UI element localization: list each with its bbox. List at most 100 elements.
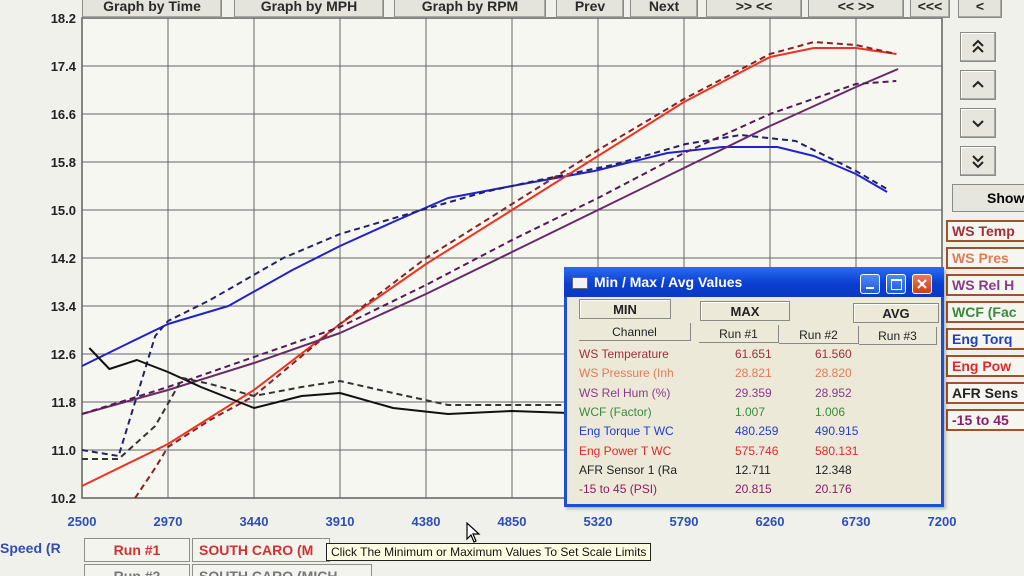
dyno-graph-window: 18.2 17.4 16.6 15.8 15.0 14.2 13.4 12.6 11.8 11.0… bbox=[0, 0, 1024, 576]
scroll-left-button[interactable]: < bbox=[958, 0, 1002, 18]
channel-name: WS Pressure (Inh bbox=[579, 366, 674, 381]
avg-button[interactable]: AVG bbox=[853, 303, 939, 323]
speed-label: Speed (R bbox=[0, 540, 61, 556]
graph-by-mph-button[interactable]: Graph by MPH bbox=[234, 0, 384, 18]
x-tick-label: 3910 bbox=[326, 514, 355, 529]
run1-max-value[interactable]: 575.746 bbox=[735, 444, 778, 458]
scroll-bottom-button[interactable] bbox=[960, 146, 996, 176]
x-tick-label: 4850 bbox=[498, 514, 527, 529]
column-header-channel: Channel bbox=[579, 323, 691, 341]
x-tick-label: 7200 bbox=[928, 514, 957, 529]
x-axis-ticks: 2500 2970 3440 3910 4380 4850 5320 5790 6260 6730… bbox=[68, 514, 957, 529]
channel-name: AFR Sensor 1 (Ra bbox=[579, 462, 678, 477]
next-button[interactable]: Next bbox=[630, 0, 698, 18]
min-max-avg-dialog: Min / Max / Avg Values MIN MAX AVG Chann… bbox=[564, 267, 944, 507]
channel-toggle[interactable]: -15 to 45 bbox=[946, 409, 1024, 431]
run1-name[interactable]: SOUTH CARO (M bbox=[192, 538, 330, 562]
show-button[interactable]: Show bbox=[952, 184, 1024, 212]
run1-max-value[interactable]: 1.007 bbox=[735, 405, 765, 419]
channel-name: Eng Torque T WC bbox=[579, 424, 674, 439]
run2-max-value[interactable]: 1.006 bbox=[815, 405, 845, 419]
channel-name: Eng Power T WC bbox=[579, 443, 672, 458]
maximize-icon bbox=[890, 278, 902, 290]
run2-max-value[interactable]: 20.176 bbox=[815, 482, 852, 496]
table-row: WCF (Factor) 1.007 1.006 bbox=[579, 403, 929, 422]
run1-max-value[interactable]: 29.359 bbox=[735, 386, 772, 400]
y-tick-label: 13.4 bbox=[51, 299, 77, 314]
window-icon bbox=[572, 277, 588, 289]
run2-name[interactable]: SOUTH CARO (MICH bbox=[192, 564, 372, 576]
x-tick-label: 2970 bbox=[154, 514, 183, 529]
maximize-button[interactable] bbox=[886, 274, 906, 294]
run1-max-value[interactable]: 28.821 bbox=[735, 366, 772, 380]
y-tick-label: 11.0 bbox=[51, 443, 76, 458]
scale-limits-tooltip: Click The Minimum or Maximum Values To S… bbox=[326, 543, 652, 561]
table-row: AFR Sensor 1 (Ra 12.711 12.348 bbox=[579, 461, 929, 480]
channel-toggle[interactable]: WS Temp bbox=[946, 220, 1024, 242]
y-tick-label: 10.2 bbox=[51, 491, 76, 506]
zoom-in-button[interactable]: >> << bbox=[706, 0, 802, 18]
table-row: -15 to 45 (PSI) 20.815 20.176 bbox=[579, 480, 929, 499]
channel-toggle[interactable]: Eng Pow bbox=[946, 355, 1024, 377]
graph-by-time-button[interactable]: Graph by Time bbox=[82, 0, 222, 18]
y-tick-label: 15.8 bbox=[51, 155, 76, 170]
channel-name: -15 to 45 (PSI) bbox=[579, 482, 658, 497]
scroll-top-button[interactable] bbox=[960, 32, 996, 62]
y-tick-label: 16.6 bbox=[51, 107, 76, 122]
table-row: WS Rel Hum (%) 29.359 28.952 bbox=[579, 384, 929, 403]
graph-by-rpm-button[interactable]: Graph by RPM bbox=[394, 0, 546, 18]
channel-name: WS Temperature bbox=[579, 347, 669, 361]
run1-max-value[interactable]: 480.259 bbox=[735, 424, 778, 438]
run2-max-value[interactable]: 580.131 bbox=[815, 444, 858, 458]
y-tick-label: 17.4 bbox=[51, 59, 77, 74]
run2-max-value[interactable]: 28.952 bbox=[815, 386, 852, 400]
mouse-pointer-icon bbox=[466, 522, 481, 543]
x-tick-label: 6730 bbox=[842, 514, 871, 529]
run1-max-value[interactable]: 61.651 bbox=[735, 347, 772, 361]
run2-max-value[interactable]: 12.348 bbox=[815, 463, 852, 477]
table-row: Eng Power T WC 575.746 580.131 bbox=[579, 442, 929, 461]
minimize-button[interactable] bbox=[860, 274, 880, 294]
zoom-out-button[interactable]: << >> bbox=[808, 0, 904, 18]
table-row: WS Temperature 61.651 61.560 bbox=[579, 345, 929, 364]
minimize-icon bbox=[866, 287, 874, 289]
column-header-run2: Run #2 bbox=[779, 326, 859, 344]
run1-max-value[interactable]: 20.815 bbox=[735, 482, 772, 496]
scroll-down-button[interactable] bbox=[960, 108, 996, 138]
x-tick-label: 5320 bbox=[584, 514, 613, 529]
scroll-up-button[interactable] bbox=[960, 70, 996, 100]
x-tick-label: 6260 bbox=[756, 514, 785, 529]
x-tick-label: 2500 bbox=[68, 514, 97, 529]
column-header-run1: Run #1 bbox=[699, 325, 779, 343]
run2-label[interactable]: Run #2 bbox=[84, 564, 190, 576]
x-tick-label: 3440 bbox=[240, 514, 269, 529]
table-row: WS Pressure (Inh 28.821 28.820 bbox=[579, 364, 929, 383]
table-row: Eng Torque T WC 480.259 490.915 bbox=[579, 422, 929, 441]
channel-name: WS Rel Hum (%) bbox=[579, 385, 671, 400]
run1-label[interactable]: Run #1 bbox=[84, 538, 190, 562]
run2-max-value[interactable]: 61.560 bbox=[815, 347, 852, 361]
close-button[interactable] bbox=[912, 274, 932, 294]
column-header-run3: Run #3 bbox=[859, 327, 937, 345]
run2-max-value[interactable]: 490.915 bbox=[815, 424, 858, 438]
max-button[interactable]: MAX bbox=[700, 301, 790, 321]
y-axis-ticks: 18.2 17.4 16.6 15.8 15.0 14.2 13.4 12.6 11.8 11.0… bbox=[51, 11, 77, 506]
run2-max-value[interactable]: 28.820 bbox=[815, 366, 852, 380]
channel-toggle[interactable]: WS Rel H bbox=[946, 274, 1024, 296]
y-tick-label: 12.6 bbox=[51, 347, 76, 362]
min-button[interactable]: MIN bbox=[579, 299, 671, 319]
dialog-title: Min / Max / Avg Values bbox=[594, 274, 743, 290]
x-tick-label: 4380 bbox=[412, 514, 441, 529]
scroll-left-far-button[interactable]: <<< bbox=[910, 0, 950, 18]
channel-toggle[interactable]: Eng Torq bbox=[946, 328, 1024, 350]
channel-toggle[interactable]: WCF (Fac bbox=[946, 301, 1024, 323]
run1-max-value[interactable]: 12.711 bbox=[735, 463, 771, 477]
y-tick-label: 18.2 bbox=[51, 11, 76, 26]
double-chevron-down-icon bbox=[972, 155, 984, 169]
channel-toggle[interactable]: AFR Sens bbox=[946, 382, 1024, 404]
channel-toggle[interactable]: WS Pres bbox=[946, 247, 1024, 269]
dialog-titlebar[interactable]: Min / Max / Avg Values bbox=[564, 267, 944, 297]
x-tick-label: 5790 bbox=[670, 514, 699, 529]
prev-button[interactable]: Prev bbox=[556, 0, 624, 18]
close-icon bbox=[917, 279, 927, 289]
